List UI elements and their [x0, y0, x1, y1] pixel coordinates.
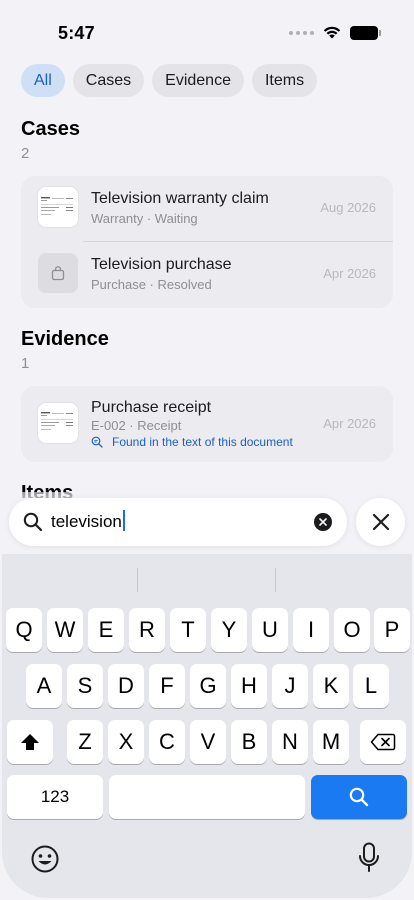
document-thumbnail-icon	[38, 187, 78, 227]
status-time: 5:47	[58, 23, 95, 43]
close-icon	[372, 513, 389, 531]
row-title: Television purchase	[91, 256, 232, 273]
key-c[interactable]: C	[149, 720, 185, 764]
suggestion-separator	[137, 568, 138, 592]
text-caret	[122, 510, 125, 531]
numbers-key[interactable]: 123	[7, 775, 103, 819]
key-z[interactable]: Z	[67, 720, 103, 764]
status-bar: 5:47	[0, 0, 414, 62]
key-x[interactable]: X	[108, 720, 144, 764]
key-w[interactable]: W	[47, 608, 83, 652]
document-thumbnail-icon	[38, 403, 78, 443]
list-item[interactable]: Purchase receipt E-002 · Receipt Apr 202…	[21, 386, 393, 462]
row-date: Aug 2026	[320, 200, 376, 215]
filter-chip-cases[interactable]: Cases	[72, 64, 145, 97]
key-o[interactable]: O	[334, 608, 370, 652]
key-s[interactable]: S	[67, 664, 103, 708]
key-m[interactable]: M	[313, 720, 349, 764]
found-in-text-note: Found in the text of this document	[91, 435, 293, 449]
key-e[interactable]: E	[88, 608, 124, 652]
cases-card: Television warranty claim Warranty · Wai…	[21, 176, 393, 308]
key-f[interactable]: F	[149, 664, 185, 708]
filter-chip-all[interactable]: All	[21, 64, 65, 97]
shopping-bag-icon	[38, 253, 78, 293]
close-search-button[interactable]	[356, 498, 405, 546]
signal-dots-icon	[289, 30, 314, 35]
key-k[interactable]: K	[313, 664, 349, 708]
key-n[interactable]: N	[272, 720, 308, 764]
key-h[interactable]: H	[231, 664, 267, 708]
filter-chip-items[interactable]: Items	[251, 64, 318, 97]
key-g[interactable]: G	[190, 664, 226, 708]
evidence-card: Purchase receipt E-002 · Receipt Apr 202…	[21, 386, 393, 462]
keyboard: Q W E R T Y U I O P A S D F G H J K L Z …	[2, 554, 412, 898]
row-subtitle: Purchase · Resolved	[91, 277, 212, 292]
clear-search-button[interactable]	[314, 513, 332, 531]
key-v[interactable]: V	[190, 720, 226, 764]
space-key[interactable]	[109, 775, 305, 819]
list-item[interactable]: Television warranty claim Warranty · Wai…	[21, 176, 393, 242]
cases-section-title: Cases	[21, 118, 80, 140]
battery-icon	[350, 25, 381, 40]
shift-icon	[21, 734, 39, 750]
row-title: Television warranty claim	[91, 190, 269, 207]
search-bar: television	[0, 492, 414, 554]
microphone-icon[interactable]	[358, 842, 380, 874]
row-date: Apr 2026	[323, 416, 376, 431]
found-note-text: Found in the text of this document	[112, 435, 293, 449]
key-q[interactable]: Q	[6, 608, 42, 652]
evidence-section-count: 1	[21, 355, 30, 372]
status-icons	[289, 25, 381, 40]
key-j[interactable]: J	[272, 664, 308, 708]
row-date: Apr 2026	[323, 266, 376, 281]
backspace-icon	[370, 733, 396, 751]
list-item[interactable]: Television purchase Purchase · Resolved …	[21, 242, 393, 308]
key-y[interactable]: Y	[211, 608, 247, 652]
key-p[interactable]: P	[374, 608, 410, 652]
suggestion-bar	[2, 554, 412, 600]
key-t[interactable]: T	[170, 608, 206, 652]
emoji-icon[interactable]	[30, 844, 60, 874]
row-subtitle: E-002 · Receipt	[91, 418, 182, 433]
wifi-icon	[323, 26, 341, 39]
suggestion-separator	[275, 568, 276, 592]
key-d[interactable]: D	[108, 664, 144, 708]
cases-section-count: 2	[21, 145, 30, 162]
search-icon	[349, 787, 369, 807]
clear-x-icon	[319, 518, 327, 526]
key-b[interactable]: B	[231, 720, 267, 764]
text-search-icon	[91, 436, 103, 448]
search-input-value: television	[51, 512, 122, 531]
evidence-section-title: Evidence	[21, 328, 109, 350]
filter-chips: All Cases Evidence Items	[21, 64, 318, 97]
backspace-key[interactable]	[360, 720, 406, 764]
key-a[interactable]: A	[26, 664, 62, 708]
search-icon	[23, 512, 43, 532]
filter-chip-evidence[interactable]: Evidence	[152, 64, 244, 97]
search-input[interactable]: television	[51, 510, 301, 532]
search-field[interactable]: television	[9, 498, 347, 546]
key-u[interactable]: U	[252, 608, 288, 652]
key-i[interactable]: I	[293, 608, 329, 652]
key-r[interactable]: R	[129, 608, 165, 652]
row-title: Purchase receipt	[91, 399, 212, 416]
key-l[interactable]: L	[353, 664, 389, 708]
shift-key[interactable]	[7, 720, 53, 764]
row-subtitle: Warranty · Waiting	[91, 211, 198, 226]
search-key[interactable]	[311, 775, 407, 819]
